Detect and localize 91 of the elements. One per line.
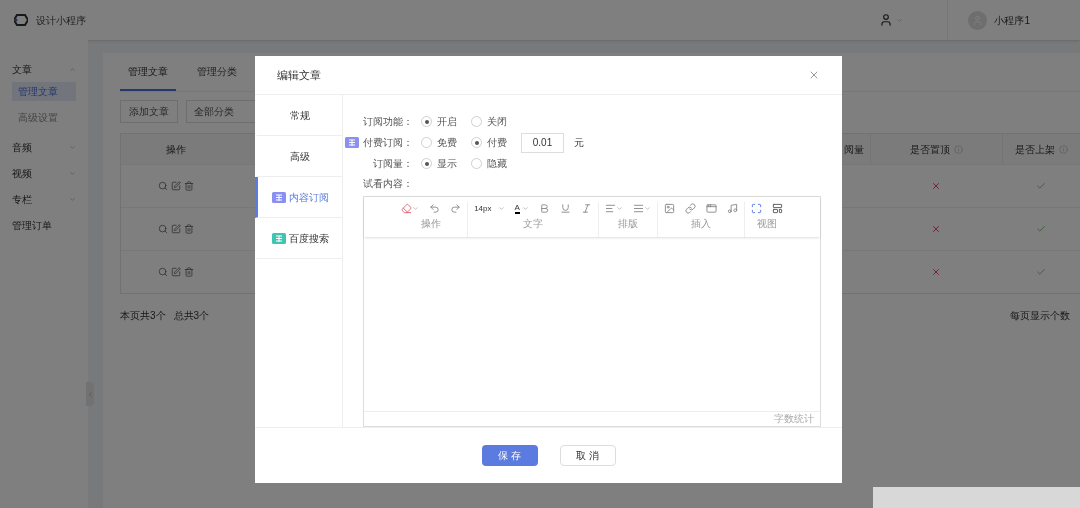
caret-icon xyxy=(69,65,76,73)
cancel-button[interactable]: 取 消 xyxy=(559,445,616,466)
content-tab[interactable]: 管理分类 xyxy=(189,53,245,91)
toolbar-group-label: 文字 xyxy=(523,218,543,230)
word-count: 字数统计 xyxy=(774,413,814,425)
search-icon[interactable] xyxy=(158,267,168,277)
delete-icon[interactable] xyxy=(184,224,194,234)
caret-icon xyxy=(412,205,420,212)
music-icon[interactable] xyxy=(726,203,738,214)
form-label: 订阅量： xyxy=(372,157,413,171)
radio-label: 显示 xyxy=(437,157,457,171)
radio-button[interactable] xyxy=(471,116,482,127)
edit-icon[interactable] xyxy=(171,267,181,277)
align-icon[interactable] xyxy=(604,203,616,214)
dialog-tab[interactable]: 高级 xyxy=(255,136,342,177)
price-input[interactable]: 0.01 xyxy=(521,132,564,153)
link-icon[interactable] xyxy=(684,203,696,214)
fullscreen-icon[interactable] xyxy=(750,203,762,214)
line-height-icon[interactable] xyxy=(632,203,644,214)
content-tab[interactable]: 管理文章 xyxy=(120,53,176,91)
edit-icon[interactable] xyxy=(171,224,181,234)
radio-label: 开启 xyxy=(437,115,457,129)
form-label: 订阅功能： xyxy=(362,115,413,129)
total-count: 总共3个 xyxy=(173,309,210,323)
logo-icon xyxy=(14,14,28,26)
sidebar-item[interactable]: 专栏 xyxy=(0,186,88,212)
dialog-tab[interactable]: 常规 xyxy=(255,95,342,136)
italic-icon[interactable] xyxy=(580,203,592,214)
eraser-icon[interactable] xyxy=(401,203,413,214)
radio-button[interactable] xyxy=(421,137,432,148)
sidebar-item[interactable]: 视频 xyxy=(0,160,88,186)
search-icon[interactable] xyxy=(158,181,168,191)
toolbar-group-label: 操作 xyxy=(421,218,442,230)
toolbar-group-label: 插入 xyxy=(690,218,711,230)
caret-icon xyxy=(69,195,76,203)
delete-icon[interactable] xyxy=(184,181,194,191)
bold-icon[interactable] xyxy=(538,203,550,214)
sidebar-item[interactable]: 管理订单 xyxy=(0,212,88,238)
user-icon xyxy=(879,13,894,27)
table-icon[interactable] xyxy=(705,203,717,214)
page-count: 本页共3个 xyxy=(120,309,166,323)
font-color-button[interactable]: A xyxy=(514,203,529,214)
delete-icon[interactable] xyxy=(184,267,194,277)
caret-icon xyxy=(521,205,529,212)
dialog-tab[interactable]: 百度搜索 xyxy=(255,218,342,259)
undo-icon[interactable] xyxy=(429,203,441,214)
dialog-title: 编辑文章 xyxy=(277,67,321,83)
radio-button[interactable] xyxy=(421,158,432,169)
font-size-select[interactable]: 14px xyxy=(474,202,505,215)
radio-label: 隐藏 xyxy=(487,157,507,171)
caret-icon xyxy=(69,143,76,151)
radio-label: 付费 xyxy=(487,136,507,150)
user-name[interactable]: 小程序1 xyxy=(994,12,1030,28)
account-menu[interactable] xyxy=(879,13,904,27)
radio-button[interactable] xyxy=(421,116,432,127)
caret-icon xyxy=(69,169,76,177)
collapse-handle[interactable] xyxy=(86,382,94,406)
column-header: 是否上架 xyxy=(1015,142,1055,157)
column-header: 操作 xyxy=(166,142,186,157)
app-name: 设计小程序 xyxy=(36,13,86,28)
toolbar-group-label: 视图 xyxy=(756,218,777,230)
ticket-icon xyxy=(271,191,286,203)
column-header: 是否置顶 xyxy=(910,142,950,157)
radio-label: 关闭 xyxy=(487,115,507,129)
sidebar-subitem[interactable]: 管理文章 xyxy=(12,82,76,101)
radio-button[interactable] xyxy=(471,137,482,148)
save-button[interactable]: 保 存 xyxy=(481,445,538,466)
image-icon[interactable] xyxy=(663,203,675,214)
form-label: 付费订阅： xyxy=(362,136,413,150)
caret-icon xyxy=(896,16,904,24)
radio-button[interactable] xyxy=(471,158,482,169)
caret-icon xyxy=(615,205,623,212)
dialog-tab[interactable]: 内容订阅 xyxy=(255,177,342,218)
toolbar-group-label: 排版 xyxy=(617,218,638,230)
preview-icon[interactable] xyxy=(771,203,783,214)
search-badge-icon xyxy=(271,232,286,244)
sidebar-item[interactable]: 音频 xyxy=(0,134,88,160)
caret-icon xyxy=(497,205,505,212)
radio-label: 免费 xyxy=(437,136,457,150)
unit-label: 元 xyxy=(574,136,584,150)
search-icon[interactable] xyxy=(158,224,168,234)
form-label: 试看内容： xyxy=(363,177,414,191)
edit-icon[interactable] xyxy=(171,181,181,191)
redo-icon[interactable] xyxy=(450,203,462,214)
page-size-label: 每页显示个数 xyxy=(1010,309,1070,323)
sidebar-item[interactable]: 文章 xyxy=(0,56,88,82)
underline-icon[interactable] xyxy=(559,203,571,214)
close-icon[interactable] xyxy=(808,69,820,81)
caret-icon xyxy=(643,205,651,212)
column-header: 阅量 xyxy=(844,142,864,157)
add-article-button[interactable]: 添加文章 xyxy=(120,100,178,123)
